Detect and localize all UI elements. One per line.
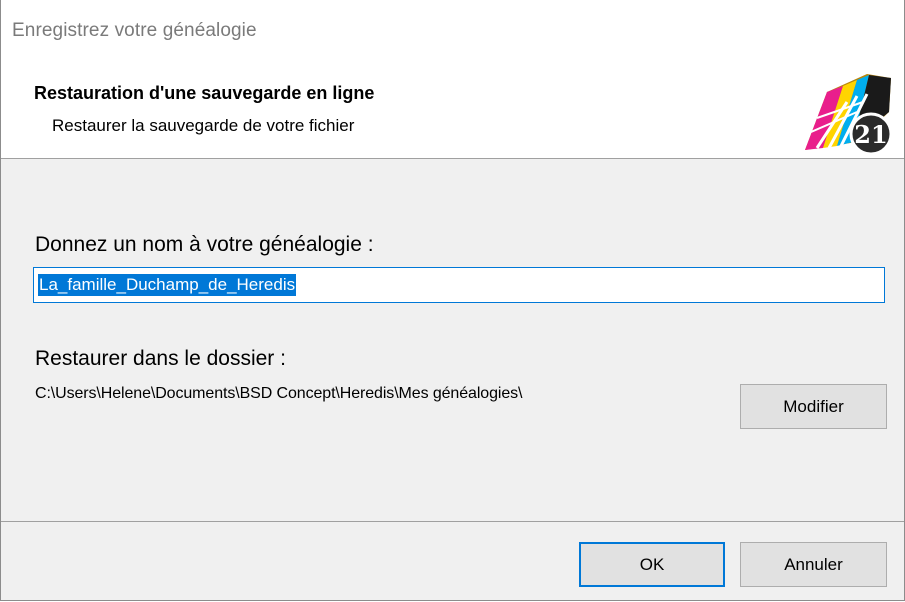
modify-folder-button[interactable]: Modifier xyxy=(740,384,887,429)
genealogy-name-value[interactable]: La_famille_Duchamp_de_Heredis xyxy=(38,274,297,296)
window-title: Enregistrez votre généalogie xyxy=(12,20,257,41)
header-title: Restauration d'une sauvegarde en ligne xyxy=(34,83,375,103)
dialog-footer: OK Annuler xyxy=(1,521,904,600)
genealogy-name-input[interactable]: La_famille_Duchamp_de_Heredis xyxy=(33,267,885,303)
logo-badge-text: 21 xyxy=(854,120,887,149)
cancel-button[interactable]: Annuler xyxy=(740,542,887,587)
genealogy-name-label: Donnez un nom à votre généalogie : xyxy=(35,233,374,256)
header-subtitle: Restaurer la sauvegarde de votre fichier xyxy=(52,116,355,135)
heredis-logo-icon: 21 xyxy=(797,72,897,156)
ok-button[interactable]: OK xyxy=(579,542,725,587)
dialog-window: Enregistrez votre généalogie Restauratio… xyxy=(0,0,905,601)
dialog-header: Restauration d'une sauvegarde en ligne R… xyxy=(1,62,904,159)
restore-folder-path: C:\Users\Helene\Documents\BSD Concept\He… xyxy=(35,385,523,402)
dialog-body: Donnez un nom à votre généalogie : La_fa… xyxy=(1,159,904,521)
title-bar[interactable]: Enregistrez votre généalogie xyxy=(1,0,904,62)
restore-folder-label: Restaurer dans le dossier : xyxy=(35,347,286,370)
